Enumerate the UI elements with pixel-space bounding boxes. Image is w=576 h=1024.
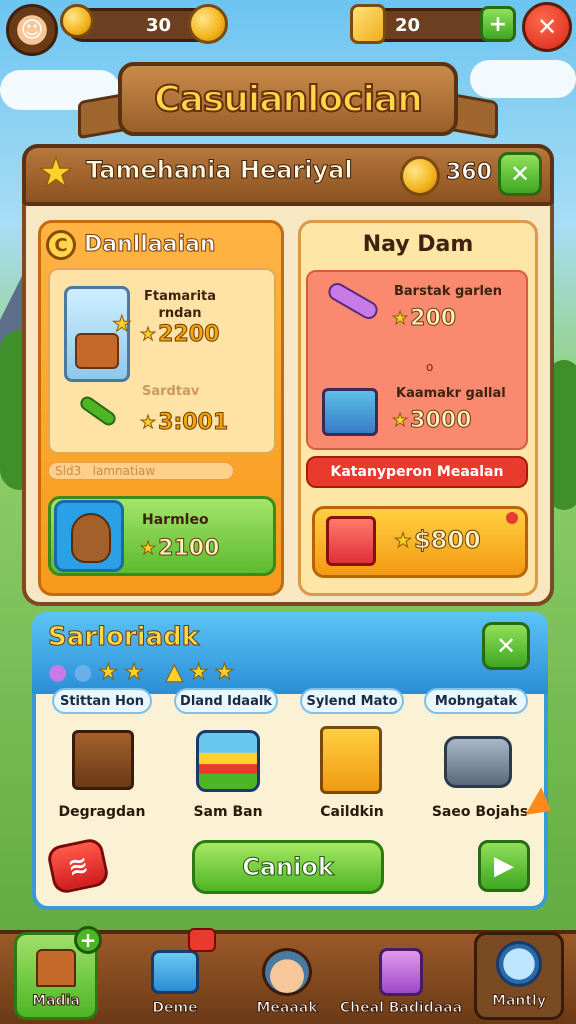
shop-item-label: Degragdan [58,804,146,820]
gift-box-icon [326,516,376,566]
item-label: Ftamarita rndan [143,289,217,321]
star-icon: ★ [188,660,209,686]
gem-icon [350,4,386,44]
sparkle-icon: ★ [112,312,133,338]
special-offer-banner: Katanyperon Meaalan [306,456,528,488]
notification-badge-icon [188,928,216,952]
player-avatar[interactable]: ☺ [6,4,58,56]
price-star-icon: ★ [139,538,157,560]
item-label: Kaamakr gallal [396,386,506,401]
hud-close-button[interactable]: ✕ [522,2,572,52]
separator-mark: o [426,360,434,374]
bear-icon [54,500,124,572]
item-price: ★ 200 [391,306,457,332]
item-price: ★ 3000 [391,408,472,434]
chest-icon[interactable] [322,388,378,436]
panel-title: Tamehania Heariyal [86,156,354,185]
shop-item-label: Saeo Bojahs [431,804,529,820]
plus-icon: + [488,11,508,37]
cake-icon[interactable] [196,730,260,792]
play-icon: ▶ [494,851,514,881]
game-title: Casuianlocian [153,78,424,121]
panel-currency-value: 360 [446,160,493,186]
shop-item-label: Caildkin [320,804,384,820]
progress-label: Sld3 lamnatiaw [55,464,156,478]
add-badge-icon: + [74,926,102,954]
nav-item-meaaak[interactable]: Meaaak [232,930,342,1024]
category-close-button[interactable]: ✕ [482,622,530,670]
item-price: ★ 3:001 [139,410,229,436]
bundle-price: ★ $800 [394,526,482,555]
close-icon: ✕ [495,632,517,660]
coin-icon [188,4,228,44]
suitcase-icon[interactable] [72,730,134,790]
panel-close-button[interactable]: ✕ [498,152,542,196]
item-label: Harmleo [142,512,209,528]
shop-item-label: Sam Ban [193,804,263,820]
left-card-title: Danllaaian [84,232,217,258]
coin-icon [400,156,440,196]
candy-icon: ● [48,660,68,685]
star-icon: ▲ [165,660,183,686]
cta-button[interactable]: Caniok [192,840,384,894]
item-label: Sardtav [142,384,200,399]
star-icon: ★ [98,660,119,686]
nav-item-cheal-badidaaa[interactable]: Cheal Badidaaa [336,930,466,1024]
category-panel-title: Sarloriadk [47,622,200,653]
game-title-banner: Casuianlocian [118,62,458,136]
right-card-title: Nay Dam [362,232,474,257]
close-icon: ✕ [536,13,558,41]
item-price: ★ 2100 [139,536,220,562]
robot-icon [379,948,423,996]
close-icon: ✕ [509,160,531,188]
price-star-icon: ★ [394,528,413,553]
progress-bar: Sld3 lamnatiaw [48,462,234,480]
next-button[interactable]: ▶ [478,840,530,892]
category-tab[interactable]: Stittan Hon [52,688,152,714]
avatar-face-icon: ☺ [20,17,44,43]
character-face-icon [262,948,312,996]
star-icon: ★ [214,660,235,686]
category-tab[interactable]: Mobngatak [424,688,528,714]
magnifier-icon [496,941,542,987]
stars-row: ● ● ★ ★ ▲ ★ ★ [48,660,235,686]
camera-icon[interactable] [444,736,512,788]
category-tab[interactable]: Dland Idaalk [174,688,278,714]
price-star-icon: ★ [139,324,157,346]
price-star-icon: ★ [391,308,409,330]
background-cloud [470,60,576,98]
category-tab[interactable]: Sylend Mato [300,688,404,714]
treasure-chest-icon[interactable] [320,726,382,794]
alert-dot-icon [506,512,518,524]
offer-c-icon: C [46,230,76,260]
candy-icon: ● [73,660,93,685]
price-star-icon: ★ [139,412,157,434]
basket-icon [75,333,119,369]
price-star-icon: ★ [391,410,409,432]
item-price: ★ 2200 [139,322,220,348]
nav-item-mantly[interactable]: Mantly [474,932,564,1020]
cube-face-icon [151,950,199,994]
coin-icon [60,4,94,38]
item-label: Barstak garlen [394,284,503,299]
house-icon [36,949,76,987]
add-gems-button[interactable]: + [480,6,516,42]
star-icon: ★ [38,150,75,197]
star-icon: ★ [124,660,145,686]
